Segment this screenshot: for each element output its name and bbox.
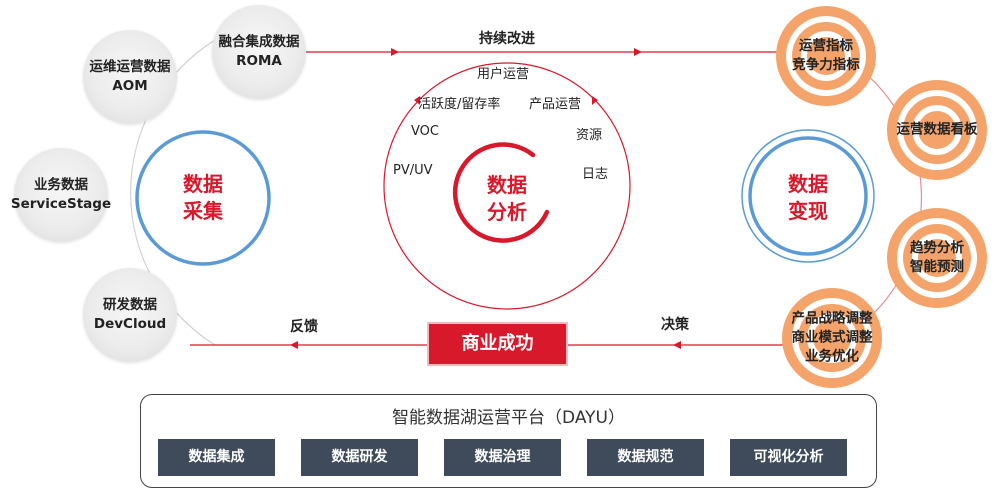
capability-data-integration: 数据集成 [158, 439, 275, 476]
monetize-line1: 数据 [788, 172, 828, 196]
source-devcloud-name: 研发数据 [103, 297, 157, 313]
output-strategy-line3: 业务优化 [805, 348, 859, 365]
platform-panel: 智能数据湖运营平台（DAYU） 数据集成 数据研发 数据治理 数据规范 可视化分… [140, 394, 877, 488]
source-servicestage-name: 业务数据 [34, 177, 88, 193]
collect-line2: 采集 [183, 199, 223, 223]
platform-title: 智能数据湖运营平台（DAYU） [392, 408, 625, 428]
feedback-arrow [290, 341, 298, 349]
metric-product-ops: 产品运营 [529, 97, 582, 112]
source-node-servicestage: 业务数据 ServiceStage [11, 148, 111, 242]
output-node-prediction: 趋势分析 智能预测 [887, 208, 987, 308]
analyze-line1: 数据 [487, 173, 527, 197]
output-prediction-line1: 趋势分析 [910, 240, 964, 256]
capability-visual-analytics: 可视化分析 [730, 439, 847, 476]
business-success-box: 商业成功 [427, 322, 568, 366]
improve-arrow-1 [391, 48, 399, 56]
source-aom-sub: AOM [112, 78, 148, 94]
source-roma-name: 融合集成数据 [218, 34, 300, 50]
analysis-arrow-right [592, 96, 598, 105]
source-node-devcloud: 研发数据 DevCloud [83, 268, 177, 362]
output-prediction-line2: 智能预测 [910, 259, 964, 275]
output-node-indicators: 运营指标 竞争力指标 [776, 6, 876, 106]
output-dashboard-line1: 运营数据看板 [896, 121, 978, 138]
collect-line1: 数据 [183, 172, 223, 196]
source-node-aom: 运维运营数据 AOM [83, 30, 177, 124]
source-devcloud-sub: DevCloud [93, 316, 167, 332]
analyze-line2: 分析 [487, 200, 527, 224]
output-node-strategy: 产品战略调整 商业模式调整 业务优化 [782, 288, 882, 388]
analyze-label: 数据 分析 [467, 172, 547, 226]
metric-retention: 活跃度/留存率 [418, 97, 501, 112]
monetize-label: 数据 变现 [768, 171, 848, 225]
capability-data-standards: 数据规范 [587, 439, 704, 476]
metric-pvuv: PV/UV [393, 163, 433, 178]
metric-logs: 日志 [582, 167, 609, 182]
source-roma-sub: ROMA [236, 53, 282, 69]
output-indicators-line1: 运营指标 [799, 38, 853, 54]
source-aom-name: 运维运营数据 [89, 59, 171, 75]
improve-label: 持续改进 [479, 31, 535, 47]
metric-user-ops: 用户运营 [477, 67, 530, 82]
source-servicestage-sub: ServiceStage [10, 196, 112, 212]
metric-voc: VOC [411, 124, 439, 139]
dayu-diagram: 融合集成数据 ROMA 运维运营数据 AOM 业务数据 ServiceStage 研发… [0, 0, 997, 491]
output-strategy-line1: 产品战略调整 [791, 310, 873, 327]
capability-data-development: 数据研发 [301, 439, 418, 476]
collect-label: 数据 采集 [163, 171, 243, 225]
output-indicators-line2: 竞争力指标 [792, 57, 860, 73]
capability-data-governance: 数据治理 [444, 439, 561, 476]
monetize-line2: 变现 [788, 199, 828, 223]
decide-arrow [673, 341, 681, 349]
output-strategy-line2: 商业模式调整 [791, 329, 873, 346]
source-node-roma: 融合集成数据 ROMA [212, 5, 306, 99]
feedback-label: 反馈 [290, 319, 318, 335]
output-node-dashboard: 运营数据看板 [887, 80, 987, 180]
decide-label: 决策 [661, 317, 689, 333]
metric-resources: 资源 [576, 128, 603, 143]
improve-arrow-2 [634, 48, 642, 56]
